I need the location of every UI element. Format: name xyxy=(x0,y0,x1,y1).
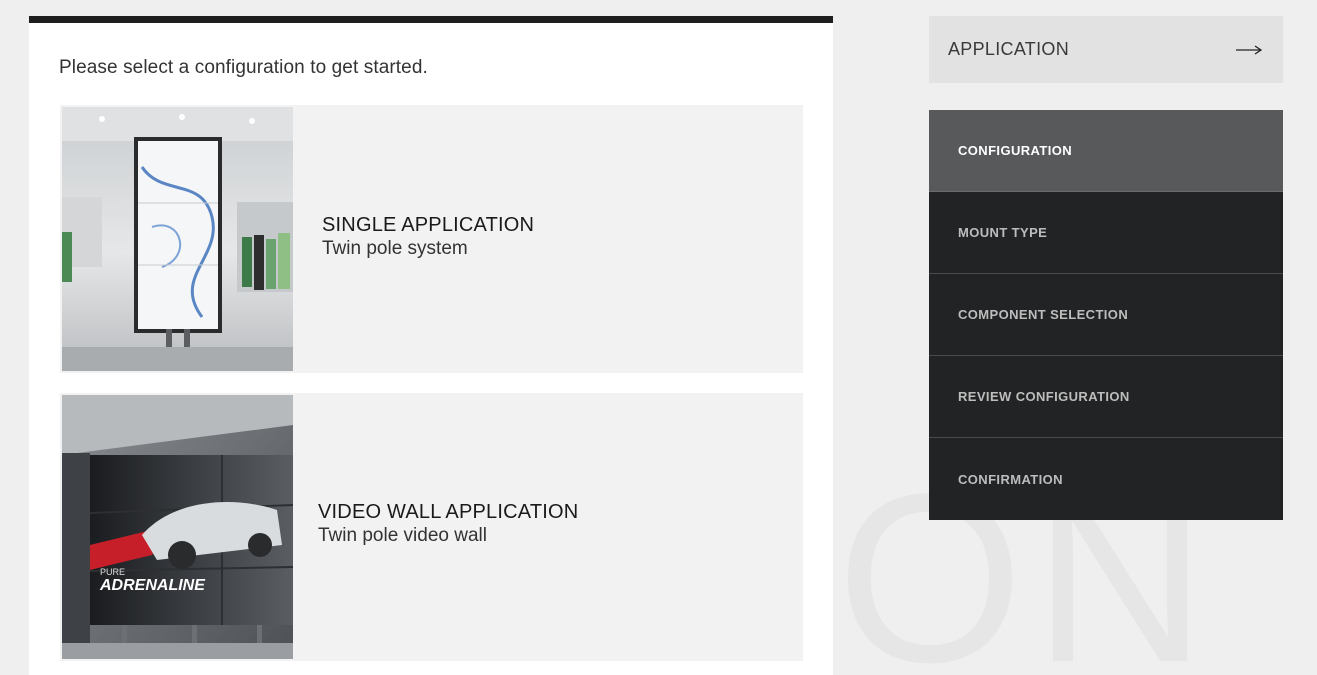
step-mount-type[interactable]: MOUNT TYPE xyxy=(929,192,1283,274)
main-panel: Please select a configuration to get sta… xyxy=(29,16,833,675)
video-wall-application-subtitle: Twin pole video wall xyxy=(318,525,487,546)
video-wall-application-image: PURE ADRENALINE xyxy=(62,395,293,659)
single-application-title: SINGLE APPLICATION xyxy=(322,214,535,236)
video-wall-image-small-text: PURE xyxy=(100,567,125,577)
application-step-label: APPLICATION xyxy=(948,39,1069,59)
intro-text: Please select a configuration to get sta… xyxy=(59,57,428,78)
step-label: COMPONENT SELECTION xyxy=(958,307,1129,322)
step-confirmation[interactable]: CONFIRMATION xyxy=(929,438,1283,520)
step-configuration[interactable]: CONFIGURATION xyxy=(929,110,1283,192)
step-label: CONFIGURATION xyxy=(958,143,1073,158)
step-review-configuration[interactable]: REVIEW CONFIGURATION xyxy=(929,356,1283,438)
step-label: REVIEW CONFIGURATION xyxy=(958,389,1130,404)
configuration-steps-list: CONFIGURATION MOUNT TYPE COMPONENT SELEC… xyxy=(929,110,1283,520)
step-label: MOUNT TYPE xyxy=(958,225,1048,240)
video-wall-application-title: VIDEO WALL APPLICATION xyxy=(318,501,579,523)
single-application-image xyxy=(62,107,293,371)
application-step-button[interactable]: APPLICATION xyxy=(929,16,1283,83)
single-application-card[interactable]: SINGLE APPLICATION Twin pole system xyxy=(60,105,803,373)
step-label: CONFIRMATION xyxy=(958,471,1063,487)
arrow-right-icon xyxy=(1236,44,1263,55)
step-component-selection[interactable]: COMPONENT SELECTION xyxy=(929,274,1283,356)
single-application-subtitle: Twin pole system xyxy=(322,238,468,259)
video-wall-image-large-text: ADRENALINE xyxy=(99,577,206,594)
video-wall-application-card[interactable]: PURE ADRENALINE VIDEO WALL APPLICATION T… xyxy=(60,393,803,661)
